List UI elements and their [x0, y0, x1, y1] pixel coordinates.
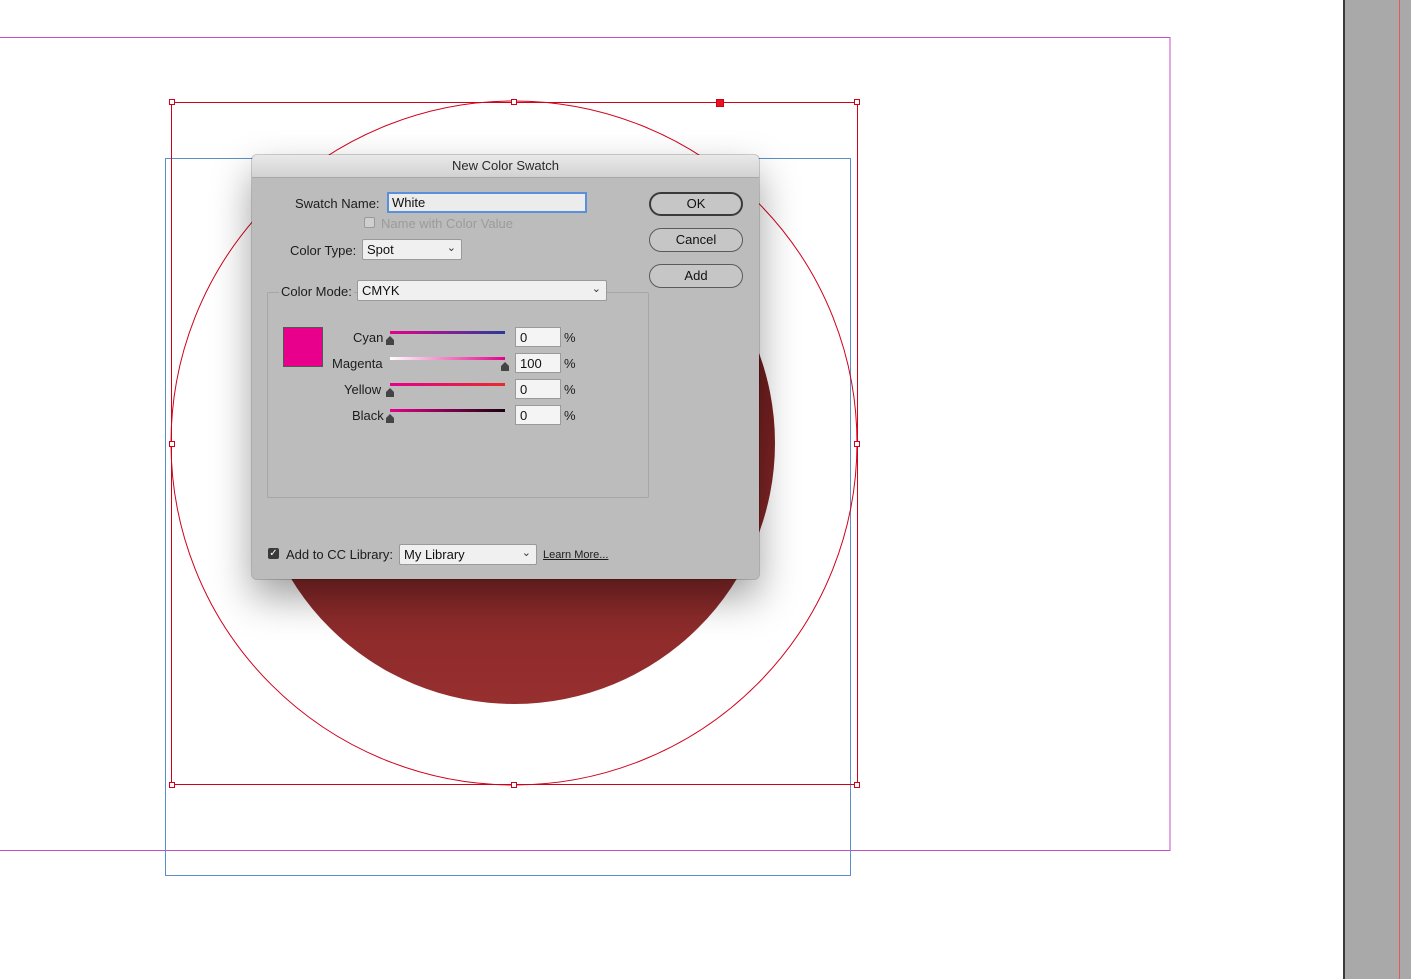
color-mode-value: CMYK [362, 283, 400, 298]
magenta-unit: % [564, 356, 576, 371]
cyan-input[interactable]: 0 [515, 327, 561, 347]
chevron-down-icon: ⌄ [591, 283, 601, 295]
pasteboard-panel [1343, 0, 1411, 979]
color-mode-label: Color Mode: [279, 284, 354, 299]
cyan-unit: % [564, 330, 576, 345]
pasteboard-guide-line [1399, 0, 1400, 979]
add-to-cc-library-checkbox[interactable]: ✓ [268, 548, 279, 559]
color-type-value: Spot [367, 242, 394, 257]
handle-bottom-right[interactable] [854, 782, 860, 788]
handle-middle-left[interactable] [169, 441, 175, 447]
name-with-color-value-label: Name with Color Value [381, 216, 513, 231]
black-slider-thumb[interactable] [386, 414, 394, 423]
cyan-slider-thumb[interactable] [386, 336, 394, 345]
handle-top-center[interactable] [511, 99, 517, 105]
magenta-label: Magenta [332, 356, 383, 371]
black-unit: % [564, 408, 576, 423]
learn-more-link[interactable]: Learn More... [543, 549, 608, 561]
handle-middle-right[interactable] [854, 441, 860, 447]
cyan-slider-track[interactable] [390, 331, 505, 334]
yellow-label: Yellow [344, 382, 382, 397]
handle-rotation-point[interactable] [716, 99, 724, 107]
magenta-input[interactable]: 100 [515, 353, 561, 373]
color-type-label: Color Type: [290, 243, 357, 258]
swatch-name-label: Swatch Name: [295, 196, 380, 211]
name-with-color-value-checkbox[interactable] [364, 217, 375, 228]
color-mode-select[interactable]: CMYK ⌄ [357, 280, 607, 301]
black-label: Black [352, 408, 384, 423]
magenta-slider-track[interactable] [390, 357, 505, 360]
color-type-select[interactable]: Spot ⌄ [362, 239, 462, 260]
handle-bottom-center[interactable] [511, 782, 517, 788]
cyan-label: Cyan [353, 330, 384, 345]
handle-top-right[interactable] [854, 99, 860, 105]
black-slider-track[interactable] [390, 409, 505, 412]
yellow-slider-thumb[interactable] [386, 388, 394, 397]
add-button[interactable]: Add [649, 264, 743, 288]
chevron-down-icon: ⌄ [521, 547, 531, 559]
dialog-title[interactable]: New Color Swatch [252, 155, 759, 178]
yellow-input[interactable]: 0 [515, 379, 561, 399]
handle-top-left[interactable] [169, 99, 175, 105]
cancel-button[interactable]: Cancel [649, 228, 743, 252]
new-color-swatch-dialog: New Color Swatch Swatch Name: White Name… [252, 155, 759, 579]
swatch-name-input[interactable]: White [387, 192, 587, 213]
ok-button[interactable]: OK [649, 192, 743, 216]
yellow-slider-track[interactable] [390, 383, 505, 386]
chevron-down-icon: ⌄ [446, 242, 456, 254]
add-to-cc-library-label: Add to CC Library: [286, 547, 393, 562]
magenta-slider-thumb[interactable] [501, 362, 509, 371]
color-preview-swatch [283, 327, 323, 367]
cc-library-value: My Library [404, 547, 465, 562]
handle-bottom-left[interactable] [169, 782, 175, 788]
yellow-unit: % [564, 382, 576, 397]
color-mode-group [267, 292, 649, 498]
cc-library-select[interactable]: My Library ⌄ [399, 544, 537, 565]
black-input[interactable]: 0 [515, 405, 561, 425]
